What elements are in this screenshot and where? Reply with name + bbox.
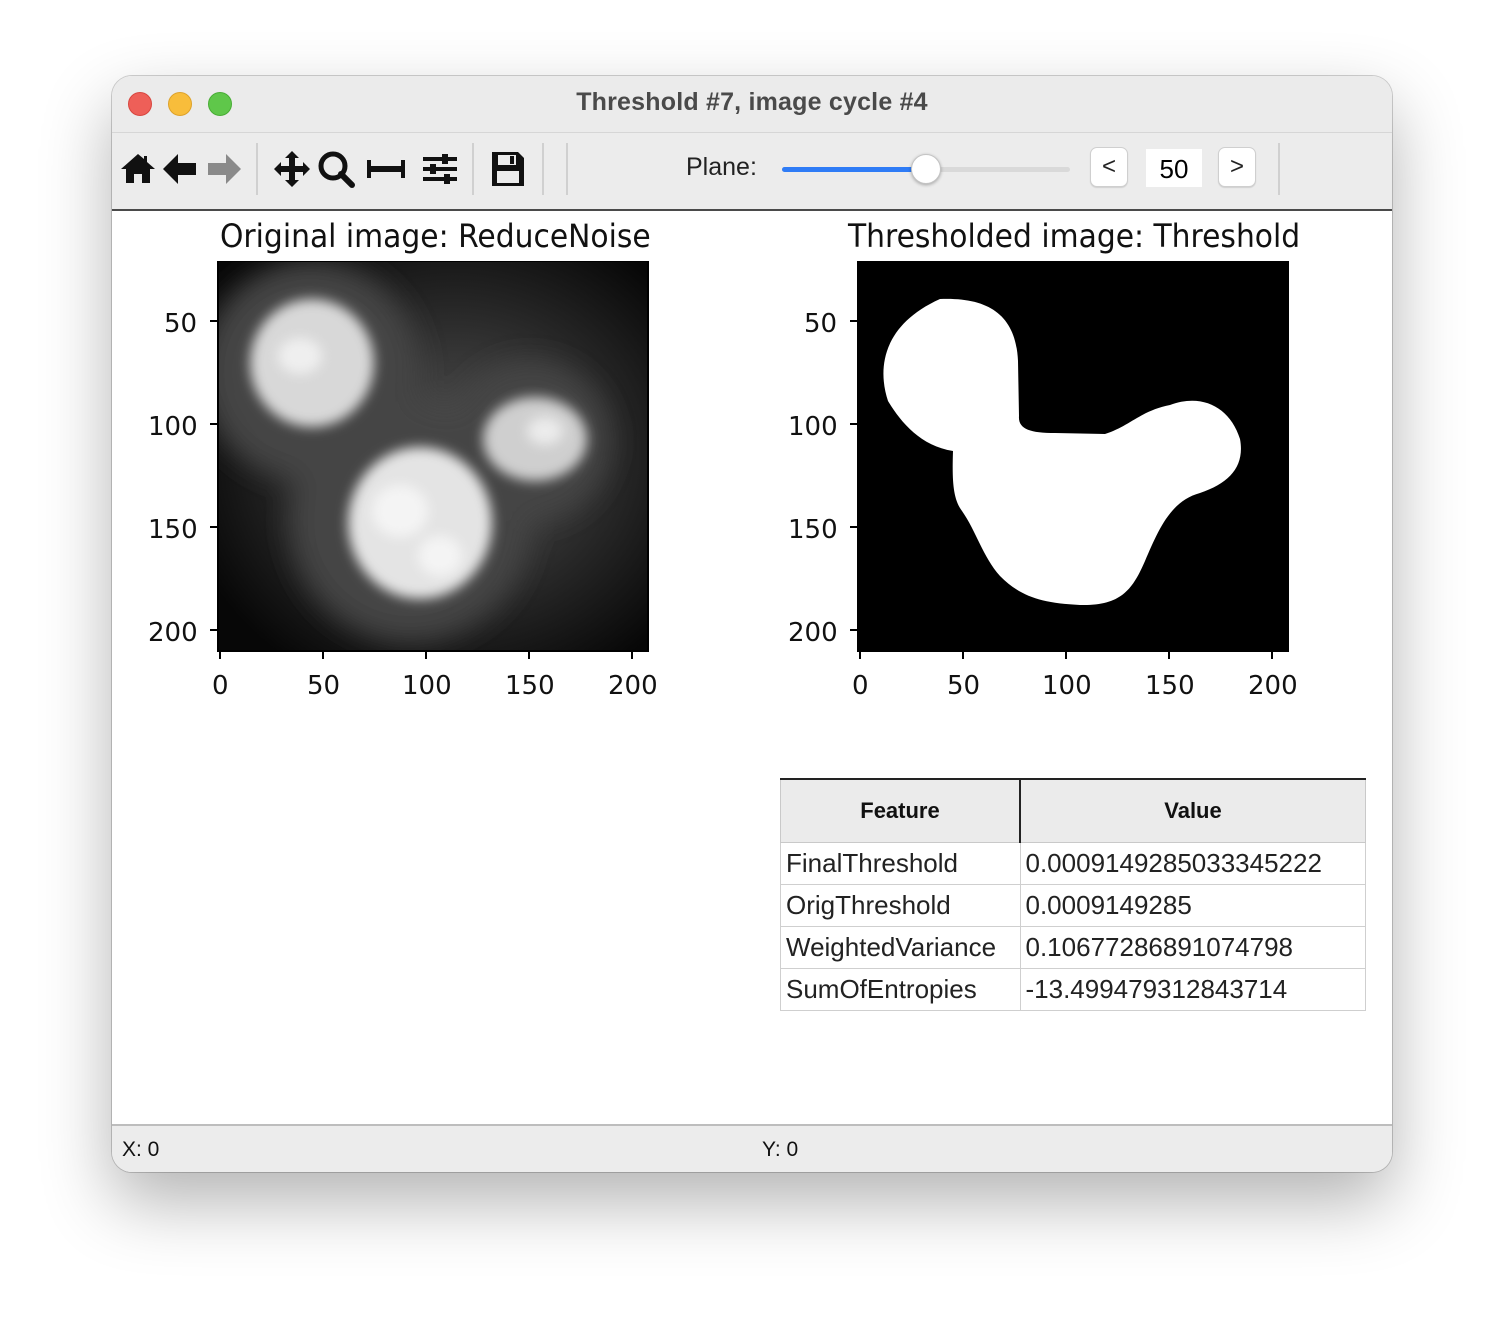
feature-name-cell[interactable]: SumOfEntropies	[780, 968, 1021, 1011]
table-row[interactable]: FinalThreshold 0.0009149285033345222	[780, 842, 1366, 885]
feature-table: Feature Value FinalThreshold 0.000914928…	[780, 778, 1366, 1011]
y-tick-label: 150	[148, 515, 198, 545]
feature-value-cell[interactable]: 0.10677286891074798	[1019, 926, 1366, 969]
plane-slider-thumb[interactable]	[911, 154, 941, 184]
plane-slider[interactable]	[782, 154, 1070, 184]
status-bar: X: 0 Y: 0	[112, 1124, 1392, 1172]
forward-arrow-icon[interactable]	[204, 149, 244, 189]
thresholded-image-axes[interactable]	[840, 261, 1300, 669]
x-tick-label: 200	[608, 671, 658, 701]
configure-icon[interactable]	[420, 149, 460, 189]
y-tick-label: 50	[804, 309, 838, 339]
x-tick-label: 100	[1042, 671, 1092, 701]
x-tick-label: 50	[307, 671, 341, 701]
y-coordinate-readout: Y: 0	[762, 1138, 799, 1161]
original-plot-title: Original image: ReduceNoise	[220, 217, 651, 255]
y-tick-label: 200	[148, 618, 198, 648]
feature-name-cell[interactable]: WeightedVariance	[780, 926, 1021, 969]
feature-value-cell[interactable]: 0.0009149285	[1019, 884, 1366, 927]
plane-label: Plane:	[686, 153, 757, 181]
thresholded-plot-title: Thresholded image: Threshold	[848, 217, 1301, 255]
back-arrow-icon[interactable]	[160, 149, 200, 189]
zoom-icon[interactable]	[316, 149, 356, 189]
save-icon[interactable]	[488, 149, 528, 189]
x-tick-label: 50	[947, 671, 981, 701]
y-tick-label: 150	[788, 515, 838, 545]
window-title: Threshold #7, image cycle #4	[576, 88, 928, 116]
toolbar-separator	[1278, 143, 1280, 195]
x-tick-label: 150	[1145, 671, 1195, 701]
figure-canvas: Original image: ReduceNoise 50 100 150 2…	[112, 211, 1392, 1124]
table-row[interactable]: WeightedVariance 0.10677286891074798	[780, 926, 1366, 969]
feature-value-cell[interactable]: 0.0009149285033345222	[1019, 842, 1366, 885]
x-tick-label: 150	[505, 671, 555, 701]
column-header-value[interactable]: Value	[1019, 778, 1366, 843]
title-bar: Threshold #7, image cycle #4	[112, 76, 1392, 133]
x-tick-label: 100	[402, 671, 452, 701]
y-tick-label: 100	[148, 412, 198, 442]
toolbar-separator	[472, 143, 474, 195]
toolbar-separator	[256, 143, 258, 195]
feature-name-cell[interactable]: OrigThreshold	[780, 884, 1021, 927]
next-plane-button[interactable]: >	[1218, 147, 1256, 187]
feature-value-cell[interactable]: -13.499479312843714	[1019, 968, 1366, 1011]
feature-name-cell[interactable]: FinalThreshold	[780, 842, 1021, 885]
y-tick-label: 200	[788, 618, 838, 648]
plane-slider-fill	[782, 167, 926, 172]
previous-plane-button[interactable]: <	[1090, 147, 1128, 187]
plane-input[interactable]: 50	[1146, 149, 1202, 187]
pan-icon[interactable]	[272, 149, 312, 189]
home-icon[interactable]	[118, 149, 158, 189]
x-tick-label: 0	[852, 671, 869, 701]
column-header-feature[interactable]: Feature	[780, 778, 1021, 843]
subplots-icon[interactable]	[366, 149, 406, 189]
table-row[interactable]: OrigThreshold 0.0009149285	[780, 884, 1366, 927]
table-row[interactable]: SumOfEntropies -13.499479312843714	[780, 968, 1366, 1011]
y-tick-label: 50	[164, 309, 198, 339]
x-tick-label: 200	[1248, 671, 1298, 701]
x-tick-label: 0	[212, 671, 229, 701]
toolbar-separator	[566, 143, 568, 195]
x-coordinate-readout: X: 0	[122, 1138, 160, 1161]
original-image-axes[interactable]	[200, 261, 660, 669]
y-tick-label: 100	[788, 412, 838, 442]
toolbar-separator	[542, 143, 544, 195]
threshold-window: Threshold #7, image cycle #4 Plane: < 50…	[112, 76, 1392, 1172]
toolbar: Plane: < 50 >	[112, 133, 1392, 211]
